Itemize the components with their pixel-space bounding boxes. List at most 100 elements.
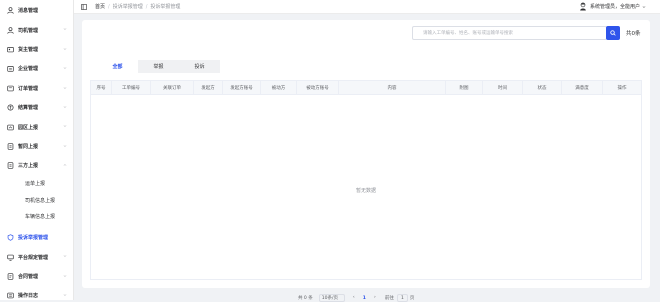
header: 首页 / 投诉举报管理 / 投诉举报管理 系统管理员，全能用户 xyxy=(74,0,660,14)
sidebar-item-label: 三方上报 xyxy=(18,163,39,170)
total-count: 共0条 xyxy=(626,31,641,37)
data-table: 序号 工单编号 关联订单 发起方 发起方账号 被动方 被动方账号 内容 附图 时… xyxy=(90,80,642,280)
sidebar-item-platform-rules[interactable]: 平台规定管理 xyxy=(0,247,73,266)
search-button[interactable] xyxy=(606,26,620,40)
tab-bar: 全部 举报 投诉 xyxy=(90,60,635,73)
pagination: 共 0 条 10条/页 ‹ 1 › 前往 1 页 xyxy=(298,294,414,302)
chevron-down-icon xyxy=(63,67,67,70)
column-header: 内容 xyxy=(339,81,446,94)
tab-report[interactable]: 举报 xyxy=(138,60,179,73)
goto-value: 1 xyxy=(400,296,404,301)
pagination-total: 共 0 条 xyxy=(298,296,313,301)
breadcrumb-item[interactable]: 投诉举报管理 xyxy=(113,3,143,10)
breadcrumb-separator: / xyxy=(108,3,110,10)
sidebar-item-third-party-report[interactable]: 三方上报 xyxy=(0,156,73,175)
sidebar-item-enterprise[interactable]: 企业管理 xyxy=(0,59,73,78)
chevron-down-icon xyxy=(63,294,67,297)
log-icon xyxy=(6,292,14,300)
sidebar-item-shipper[interactable]: 货主管理 xyxy=(0,40,73,59)
sidebar-subitem-waybill-report[interactable]: 运单上报 xyxy=(0,176,73,193)
sidebar-item-label: 消息管理 xyxy=(18,8,39,15)
id-card-icon xyxy=(6,45,14,53)
page-unit: 页 xyxy=(409,296,415,301)
column-header: 被动方 xyxy=(261,81,297,94)
sidebar-item-label: 订单管理 xyxy=(18,85,39,92)
chevron-down-icon xyxy=(63,28,67,31)
column-header: 附图 xyxy=(446,81,483,94)
sidebar-item-label: 暂同上报 xyxy=(18,143,39,150)
search-input[interactable]: 请输入工单编号、姓名、账号或运输单号搜索 xyxy=(412,26,607,40)
column-header: 关联订单 xyxy=(151,81,194,94)
search-placeholder: 请输入工单编号、姓名、账号或运输单号搜索 xyxy=(423,31,513,36)
sidebar-item-label: 合同管理 xyxy=(18,273,39,280)
sidebar-subitem-label: 司机信息上报 xyxy=(25,197,56,204)
breadcrumb-home[interactable]: 首页 xyxy=(95,3,105,10)
chevron-up-icon xyxy=(63,164,67,166)
sidebar: 消息管理 司机管理 货主管理 企业管理 订单管理 结算管理 园区上报 暂同上报 … xyxy=(0,0,74,300)
column-header: 时间 xyxy=(483,81,523,94)
cart-icon xyxy=(6,84,14,92)
user-icon xyxy=(6,7,14,15)
sidebar-subitem-vehicle-report[interactable]: 车辆信息上报 xyxy=(0,209,73,226)
user-name: 系统管理员，全能用户 xyxy=(589,4,640,10)
sidebar-item-contract[interactable]: 合同管理 xyxy=(0,267,73,286)
avatar xyxy=(580,2,586,11)
column-header: 工单编号 xyxy=(112,81,151,94)
sidebar-item-label: 结算管理 xyxy=(18,105,39,112)
sidebar-item-complaint[interactable]: 投诉举报管理 xyxy=(0,228,73,247)
sidebar-item-message[interactable]: 消息管理 xyxy=(0,1,73,20)
sidebar-item-label: 货主管理 xyxy=(18,46,39,53)
monitor-icon xyxy=(6,253,14,261)
report-icon xyxy=(6,142,14,150)
chevron-down-icon xyxy=(63,48,67,50)
building-icon xyxy=(6,65,14,73)
sidebar-item-label: 司机管理 xyxy=(18,27,39,34)
table-header: 序号 工单编号 关联订单 发起方 发起方账号 被动方 被动方账号 内容 附图 时… xyxy=(91,81,641,95)
sidebar-item-log[interactable]: 操作日志 xyxy=(0,286,73,300)
sidebar-subitem-label: 运单上报 xyxy=(25,181,46,188)
sidebar-item-park-report[interactable]: 园区上报 xyxy=(0,117,73,136)
sidebar-item-settlement[interactable]: 结算管理 xyxy=(0,98,73,117)
tab-complaint[interactable]: 投诉 xyxy=(179,60,220,73)
sidebar-item-order[interactable]: 订单管理 xyxy=(0,79,73,98)
sidebar-item-label: 园区上报 xyxy=(18,124,39,131)
sidebar-item-temp-report[interactable]: 暂同上报 xyxy=(0,137,73,156)
column-header: 发起方 xyxy=(194,81,223,94)
breadcrumb-current: 投诉举报管理 xyxy=(150,4,181,10)
page-size-value: 10条/页 xyxy=(321,296,338,301)
page-size-select[interactable]: 10条/页 xyxy=(318,294,345,302)
park-icon xyxy=(6,123,14,131)
chevron-down-icon xyxy=(63,106,67,108)
chevron-down-icon xyxy=(642,5,646,8)
sidebar-subitem-driver-report[interactable]: 司机信息上报 xyxy=(0,192,73,209)
chevron-down-icon xyxy=(63,255,67,258)
main-card: 请输入工单编号、姓名、账号或运输单号搜索 共0条 全部 举报 投诉 序号 工单编… xyxy=(82,20,650,288)
sidebar-item-label: 平台规定管理 xyxy=(18,254,49,261)
sidebar-item-label: 投诉举报管理 xyxy=(18,235,49,242)
column-header: 发起方账号 xyxy=(223,81,261,94)
user-icon xyxy=(6,26,14,34)
tab-all[interactable]: 全部 xyxy=(97,60,138,73)
prev-page-button[interactable]: ‹ xyxy=(350,294,358,302)
contract-icon xyxy=(6,272,14,280)
sidebar-item-driver[interactable]: 司机管理 xyxy=(0,20,73,39)
goto-label: 前往 xyxy=(384,296,394,301)
chevron-down-icon xyxy=(63,125,67,128)
next-page-button[interactable]: › xyxy=(371,294,379,302)
sidebar-item-label: 企业管理 xyxy=(18,66,39,73)
empty-state: 暂无数据 xyxy=(355,188,376,194)
search-icon xyxy=(610,30,616,36)
sidebar-item-label: 操作日志 xyxy=(18,293,39,300)
column-header: 操作 xyxy=(617,85,627,91)
column-header: 状态 xyxy=(523,81,562,94)
column-header: 满意度 xyxy=(562,81,603,94)
column-header: 序号 xyxy=(91,81,112,94)
settlement-icon xyxy=(6,104,14,112)
menu-fold-icon[interactable] xyxy=(81,3,87,10)
sidebar-subitem-label: 车辆信息上报 xyxy=(25,214,56,221)
user-menu[interactable]: 系统管理员，全能用户 xyxy=(579,2,646,11)
chevron-down-icon xyxy=(63,275,67,277)
chevron-down-icon xyxy=(63,144,67,147)
column-header: 被动方账号 xyxy=(297,81,339,94)
goto-input[interactable]: 1 xyxy=(396,294,408,302)
